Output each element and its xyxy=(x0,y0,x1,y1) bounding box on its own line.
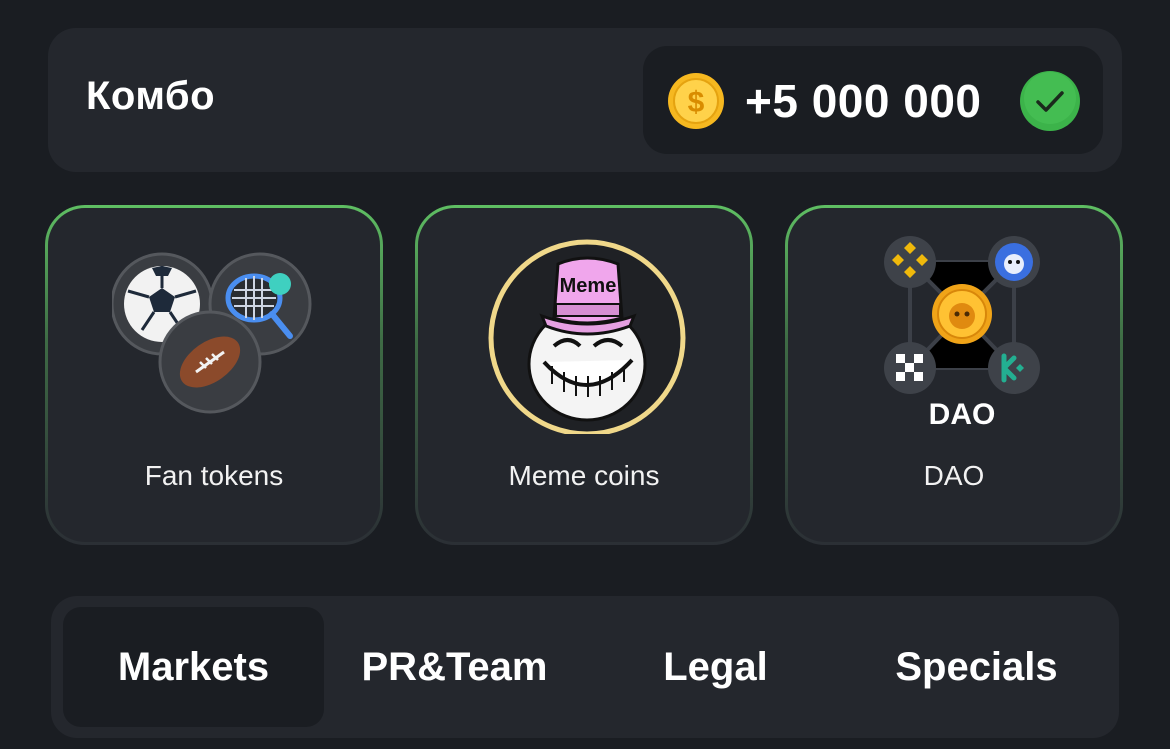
meme-hat-text: Meme xyxy=(560,275,617,297)
category-tabs: Markets PR&Team Legal Specials xyxy=(51,596,1119,738)
tab-legal[interactable]: Legal xyxy=(585,607,846,727)
combo-card-fan-tokens[interactable]: Fan tokens xyxy=(45,205,383,545)
gold-coin-icon: $ xyxy=(668,73,724,129)
combo-title: Комбо xyxy=(86,74,216,118)
svg-text:$: $ xyxy=(688,86,705,119)
combo-reward-pill: $ +5 000 000 xyxy=(643,46,1103,154)
sports-balls-icon xyxy=(112,252,312,414)
card-label-dao: DAO xyxy=(923,460,985,491)
combo-card-meme-coins[interactable]: Meme Meme coins xyxy=(415,205,753,545)
combo-card-dao[interactable]: DAO DAO xyxy=(785,205,1123,545)
card-label-meme-coins: Meme coins xyxy=(508,460,660,491)
tab-markets[interactable]: Markets xyxy=(63,607,324,727)
combo-reward-amount: +5 000 000 xyxy=(745,75,982,127)
troll-face-meme-icon: Meme xyxy=(488,239,686,434)
tab-pr-team[interactable]: PR&Team xyxy=(324,607,585,727)
combo-bar: Комбо $ +5 000 000 xyxy=(48,28,1122,172)
dao-art-text: DAO xyxy=(929,398,996,431)
tab-specials[interactable]: Specials xyxy=(846,607,1107,727)
check-circle-icon xyxy=(1020,71,1080,131)
card-label-fan-tokens: Fan tokens xyxy=(144,460,284,491)
dao-exchanges-icon: DAO xyxy=(884,236,1040,431)
